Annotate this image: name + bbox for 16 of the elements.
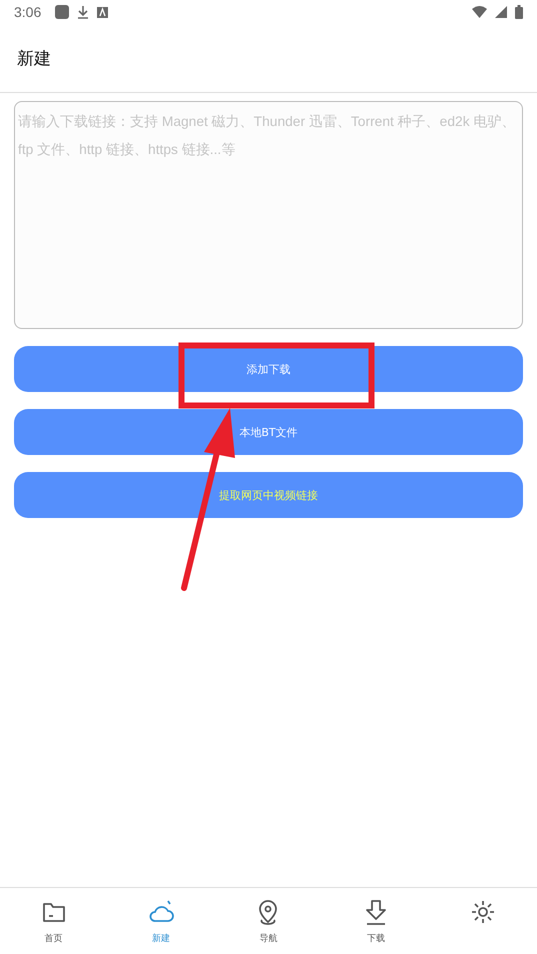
battery-icon: [515, 5, 523, 19]
page-title: 新建: [17, 48, 51, 70]
status-time: 3:06: [14, 4, 42, 20]
signal-icon: [495, 6, 507, 18]
tab-item[interactable]: 导航: [214, 888, 322, 954]
download-icon: [77, 5, 90, 19]
link-input-field[interactable]: 请输入下载链接：支持 Magnet 磁力、Thunder 迅雷、Torrent 种子、ed2k 电驴、ftp 文件、http 链接、https 链接...等: [14, 101, 523, 329]
action-button[interactable]: 添加下载: [14, 346, 523, 392]
tab-item[interactable]: 新建: [107, 888, 215, 954]
tab-item[interactable]: 首页: [0, 888, 108, 954]
tab-item[interactable]: 下载: [322, 888, 430, 954]
wifi-icon: [472, 6, 487, 18]
app-notification-icon: [97, 6, 108, 18]
app-notification-icon: [55, 5, 70, 19]
action-button[interactable]: 提取网页中视频链接: [14, 472, 523, 518]
action-button[interactable]: 本地BT文件: [14, 409, 523, 455]
